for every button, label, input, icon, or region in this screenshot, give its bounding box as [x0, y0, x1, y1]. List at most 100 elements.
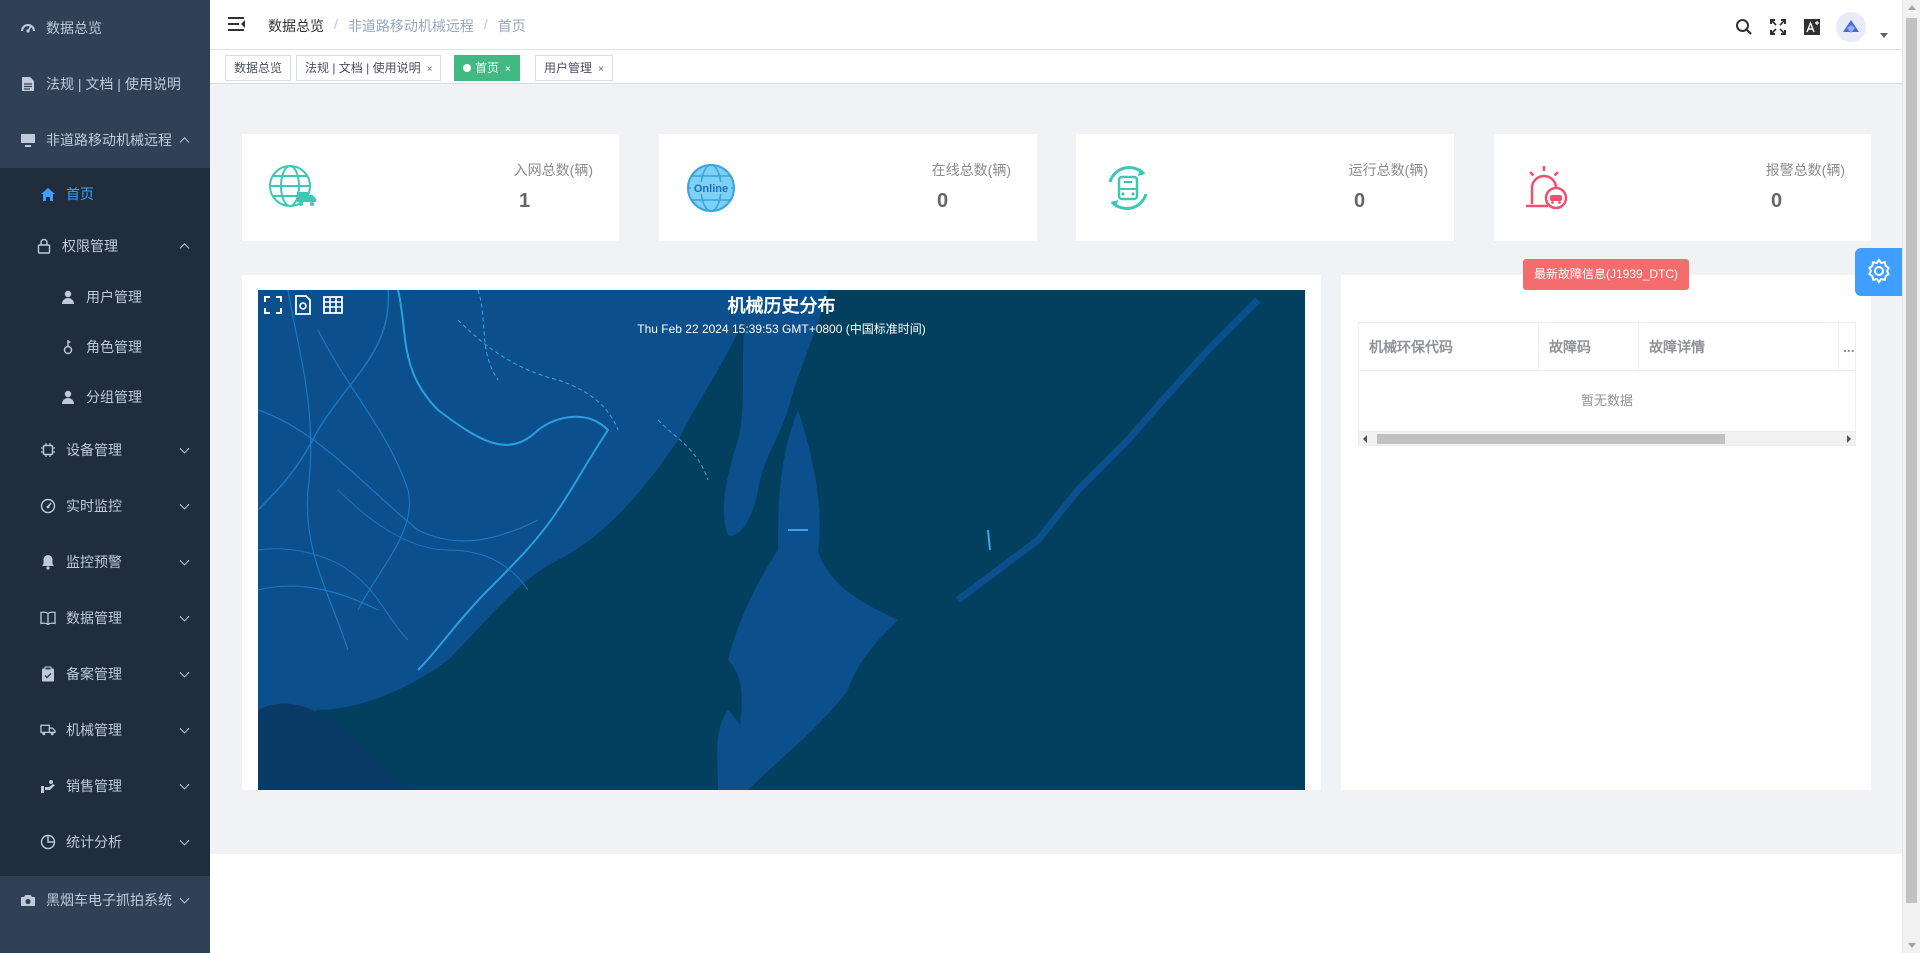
sidebar-item-devices[interactable]: 设备管理 — [0, 422, 210, 478]
sidebar-submenu: 首页 权限管理 用户管理 角色管理 分组管理 设备管理 实时监控 监控预警 数据… — [0, 168, 210, 876]
running-bus-icon — [1102, 162, 1154, 214]
navbar-actions — [1734, 12, 1888, 42]
settings-button[interactable] — [1855, 248, 1903, 296]
map-timestamp: Thu Feb 22 2024 15:39:53 GMT+0800 (中国标准时… — [637, 322, 926, 336]
sidebar-item-realtime[interactable]: 实时监控 — [0, 478, 210, 534]
chevron-up-icon — [179, 243, 190, 254]
user-icon — [60, 389, 76, 405]
arrow-down-icon[interactable] — [1908, 943, 1916, 948]
navbar: 数据总览 / 非道路移动机械远程 / 首页 — [210, 0, 1902, 50]
scrollbar-thumb[interactable] — [1377, 434, 1725, 444]
sidebar-item-filing[interactable]: 备案管理 — [0, 646, 210, 702]
search-icon[interactable] — [1734, 17, 1754, 37]
breadcrumb-item[interactable]: 数据总览 — [268, 16, 324, 36]
close-icon[interactable]: × — [598, 64, 604, 75]
arrow-right-icon[interactable] — [1847, 435, 1851, 443]
column-header[interactable]: ... — [1839, 323, 1855, 371]
sidebar-item-roles[interactable]: 角色管理 — [0, 322, 210, 372]
monitor-icon — [20, 132, 36, 148]
arrow-up-icon[interactable] — [1908, 5, 1916, 10]
tag-label: 法规 | 文档 | 使用说明 — [305, 61, 421, 75]
vertical-scrollbar[interactable] — [1902, 0, 1920, 953]
sidebar-item-label: 首页 — [66, 186, 94, 202]
chevron-down-icon[interactable] — [1880, 32, 1888, 38]
stat-card-alarm: 报警总数(辆) 0 — [1494, 134, 1871, 241]
avatar[interactable] — [1836, 12, 1866, 42]
sidebar-item-label: 数据总览 — [46, 20, 102, 36]
chevron-down-icon — [179, 779, 190, 790]
sidebar-item-data-overview[interactable]: 数据总览 — [0, 0, 210, 56]
lock-icon — [36, 238, 52, 254]
breadcrumb-item: 首页 — [497, 18, 526, 34]
tag-data-overview[interactable]: 数据总览 — [225, 55, 292, 81]
scrollbar-thumb[interactable] — [1906, 18, 1917, 903]
globe-truck-icon — [268, 162, 320, 214]
sidebar-item-sales[interactable]: 销售管理 — [0, 758, 210, 814]
bell-icon — [40, 554, 56, 570]
online-globe-icon: Online — [685, 162, 737, 214]
sidebar-item-smoke-capture[interactable]: 黑烟车电子抓拍系统 — [0, 872, 210, 928]
document-icon — [20, 76, 36, 92]
hamburger-icon[interactable] — [228, 16, 246, 32]
clipboard-icon — [40, 666, 56, 682]
arrow-left-icon[interactable] — [1363, 435, 1367, 443]
sidebar-item-statistics[interactable]: 统计分析 — [0, 814, 210, 870]
table-header: 机械环保代码 故障码 故障详情 ... — [1359, 323, 1855, 371]
sidebar-item-label: 权限管理 — [62, 238, 118, 254]
history-distribution-map[interactable]: 机械历史分布 Thu Feb 22 2024 15:39:53 GMT+0800… — [258, 290, 1305, 790]
sidebar-item-label: 法规 | 文档 | 使用说明 — [46, 76, 181, 92]
horizontal-scrollbar[interactable] — [1359, 431, 1855, 445]
sidebar-item-label: 角色管理 — [86, 339, 142, 355]
sidebar-item-nonroad[interactable]: 非道路移动机械远程 — [0, 112, 210, 168]
fullscreen-icon[interactable] — [1768, 17, 1788, 37]
stat-value: 0 — [1771, 190, 1783, 212]
chevron-down-icon — [179, 443, 190, 454]
pie-icon — [40, 834, 56, 850]
book-icon — [40, 610, 56, 626]
column-header[interactable]: 故障详情 — [1639, 323, 1839, 371]
alarm-siren-icon — [1520, 162, 1572, 214]
map-graphic — [258, 290, 1261, 790]
stat-card-registered: 入网总数(辆) 1 — [242, 134, 619, 241]
tag-home[interactable]: 首页 × — [454, 55, 520, 81]
chevron-down-icon — [179, 835, 190, 846]
sidebar-item-data-mgmt[interactable]: 数据管理 — [0, 590, 210, 646]
chip-icon — [40, 442, 56, 458]
stat-label: 报警总数(辆) — [1765, 162, 1845, 178]
stat-label: 运行总数(辆) — [1348, 162, 1428, 178]
breadcrumb: 数据总览 / 非道路移动机械远程 / 首页 — [268, 16, 526, 36]
sidebar-item-label: 分组管理 — [86, 389, 142, 405]
dashboard-icon — [20, 20, 36, 36]
sidebar-item-label: 非道路移动机械远程 — [46, 132, 172, 148]
sidebar-item-users[interactable]: 用户管理 — [0, 272, 210, 322]
tag-label: 首页 — [475, 61, 500, 75]
chevron-down-icon — [179, 499, 190, 510]
size-select-icon[interactable] — [1802, 17, 1822, 37]
fault-table: 机械环保代码 故障码 故障详情 ... 暂无数据 — [1358, 322, 1856, 446]
chevron-down-icon — [179, 893, 190, 904]
column-header[interactable]: 故障码 — [1539, 323, 1639, 371]
sidebar-item-docs[interactable]: 法规 | 文档 | 使用说明 — [0, 56, 210, 112]
sidebar-item-groups[interactable]: 分组管理 — [0, 372, 210, 422]
breadcrumb-item[interactable]: 非道路移动机械远程 — [348, 16, 474, 36]
close-icon[interactable]: × — [505, 64, 511, 75]
column-header[interactable]: 机械环保代码 — [1359, 323, 1539, 371]
user-icon — [60, 289, 76, 305]
chevron-down-icon — [179, 611, 190, 622]
tag-docs[interactable]: 法规 | 文档 | 使用说明 × — [296, 55, 442, 81]
sidebar-item-permissions[interactable]: 权限管理 — [0, 220, 210, 272]
map-title: 机械历史分布 — [727, 296, 836, 316]
sidebar-item-label: 销售管理 — [66, 778, 122, 794]
gear-icon — [1866, 257, 1892, 287]
sidebar-item-machinery[interactable]: 机械管理 — [0, 702, 210, 758]
chevron-up-icon — [179, 137, 190, 148]
close-icon[interactable]: × — [427, 64, 433, 75]
stat-value: 0 — [1354, 190, 1366, 212]
sidebar-item-home[interactable]: 首页 — [0, 168, 210, 220]
sidebar-item-label: 用户管理 — [86, 289, 142, 305]
sidebar-item-label: 监控预警 — [66, 554, 122, 570]
sidebar-item-alerts[interactable]: 监控预警 — [0, 534, 210, 590]
chevron-down-icon — [179, 667, 190, 678]
tag-user-mgmt[interactable]: 用户管理 × — [535, 55, 613, 81]
sidebar-item-label: 统计分析 — [66, 834, 122, 850]
